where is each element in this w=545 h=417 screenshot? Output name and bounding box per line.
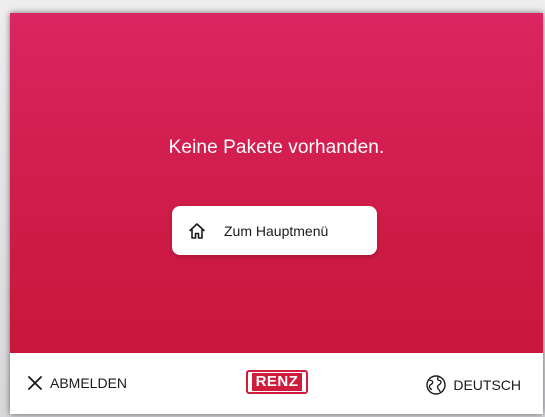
main-menu-button[interactable]: Zum Hauptmenü [172,206,377,255]
main-menu-button-label: Zum Hauptmenü [224,222,329,239]
renz-logo: RENZ [246,370,308,394]
close-icon [27,375,43,391]
language-label: DEUTSCH [453,377,521,393]
home-icon [186,220,208,242]
logo-text: RENZ [251,373,303,391]
language-selector[interactable]: DEUTSCH [425,374,521,396]
status-message: Keine Pakete vorhanden. [168,137,385,158]
logout-button[interactable]: ABMELDEN [27,375,127,391]
kiosk-window: Keine Pakete vorhanden. Zum Hauptmenü AB… [10,13,543,414]
logout-label: ABMELDEN [50,375,128,391]
main-screen: Keine Pakete vorhanden. Zum Hauptmenü [10,13,543,353]
background: Keine Pakete vorhanden. Zum Hauptmenü AB… [0,0,545,417]
footer-bar: ABMELDEN RENZ DEUTSCH [10,353,543,414]
globe-icon [425,374,447,396]
